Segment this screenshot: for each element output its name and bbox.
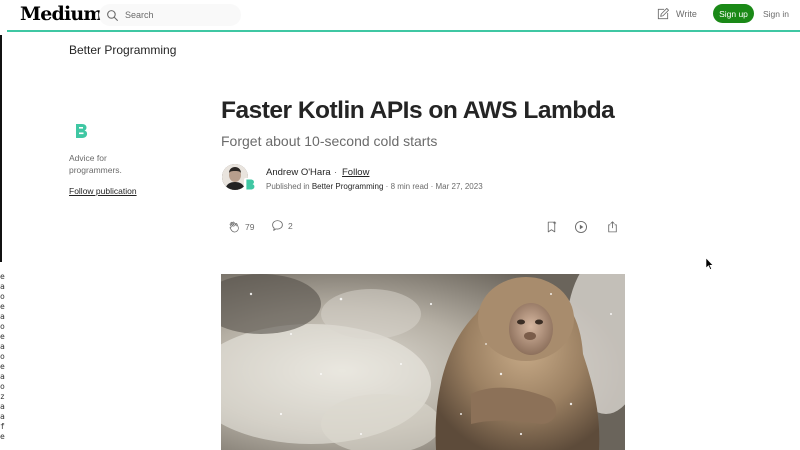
left-edge-strip: eaoeaoeaoeaozaafe bbox=[0, 0, 7, 450]
edge-glyph: a bbox=[0, 282, 5, 291]
search-input[interactable] bbox=[125, 10, 235, 20]
meta-publication-link[interactable]: Better Programming bbox=[312, 182, 384, 191]
write-icon bbox=[657, 8, 669, 20]
publication-badge bbox=[244, 178, 256, 191]
edge-glyph: f bbox=[0, 422, 5, 431]
edge-line bbox=[0, 35, 2, 263]
responses-button[interactable]: 2 bbox=[271, 219, 293, 232]
separator-dot: · bbox=[334, 167, 338, 178]
article-subtitle: Forget about 10-second cold starts bbox=[221, 133, 438, 149]
bookmark-icon[interactable] bbox=[545, 220, 558, 234]
edge-glyph: e bbox=[0, 362, 5, 371]
edge-glyph: o bbox=[0, 292, 5, 301]
publication-description: Advice for programmers. bbox=[69, 153, 122, 175]
edge-glyph: e bbox=[0, 332, 5, 341]
share-icon[interactable] bbox=[606, 220, 619, 234]
navbar-divider bbox=[7, 30, 800, 32]
publication-name[interactable]: Better Programming bbox=[69, 43, 176, 57]
response-count: 2 bbox=[288, 220, 293, 231]
edge-glyphs: eaoeaoeaoeaozaafe bbox=[0, 272, 7, 442]
edge-glyph: e bbox=[0, 302, 5, 311]
search-icon bbox=[107, 9, 118, 21]
clap-button[interactable]: 79 bbox=[227, 219, 254, 234]
edge-glyph: a bbox=[0, 312, 5, 321]
edge-glyph: a bbox=[0, 402, 5, 411]
article-title: Faster Kotlin APIs on AWS Lambda bbox=[221, 97, 615, 124]
edge-glyph: a bbox=[0, 342, 5, 351]
published-prefix: Published in bbox=[266, 182, 310, 191]
edge-glyph: a bbox=[0, 412, 5, 421]
edge-glyph: z bbox=[0, 392, 5, 401]
edge-glyph: e bbox=[0, 272, 5, 281]
clap-icon bbox=[229, 221, 239, 233]
article-action-bar: 79 2 bbox=[221, 219, 625, 237]
edge-glyph: a bbox=[0, 372, 5, 381]
edge-glyph: e bbox=[0, 432, 5, 441]
author-row: Andrew O'Hara · Follow Published in Bett… bbox=[222, 164, 622, 194]
author-name[interactable]: Andrew O'Hara bbox=[266, 167, 331, 178]
follow-author-link[interactable]: Follow bbox=[342, 167, 369, 178]
edge-glyph: o bbox=[0, 352, 5, 361]
medium-logo[interactable]: Medium bbox=[20, 3, 104, 25]
top-navbar: Medium Write Sign up Sign in bbox=[7, 0, 800, 32]
separator-dot: · bbox=[385, 182, 389, 191]
publish-date: Mar 27, 2023 bbox=[435, 182, 483, 191]
follow-publication-link[interactable]: Follow publication bbox=[69, 186, 137, 196]
edge-glyph: o bbox=[0, 382, 5, 391]
article-meta: Published in Better Programming · 8 min … bbox=[266, 182, 483, 191]
read-time: 8 min read bbox=[390, 182, 429, 191]
separator-dot: · bbox=[430, 182, 434, 191]
mouse-cursor-icon bbox=[706, 258, 714, 270]
write-label: Write bbox=[676, 9, 697, 19]
play-icon[interactable] bbox=[574, 220, 588, 234]
response-icon bbox=[272, 220, 283, 231]
publication-badge-icon bbox=[246, 179, 255, 190]
sign-in-link[interactable]: Sign in bbox=[763, 9, 789, 19]
clap-count: 79 bbox=[245, 221, 255, 232]
edge-glyph: o bbox=[0, 322, 5, 331]
hero-image bbox=[221, 274, 625, 450]
write-button[interactable]: Write bbox=[656, 7, 697, 21]
sign-up-button[interactable]: Sign up bbox=[713, 4, 754, 23]
search-box[interactable] bbox=[99, 4, 241, 26]
better-programming-logo-icon[interactable] bbox=[73, 122, 89, 140]
